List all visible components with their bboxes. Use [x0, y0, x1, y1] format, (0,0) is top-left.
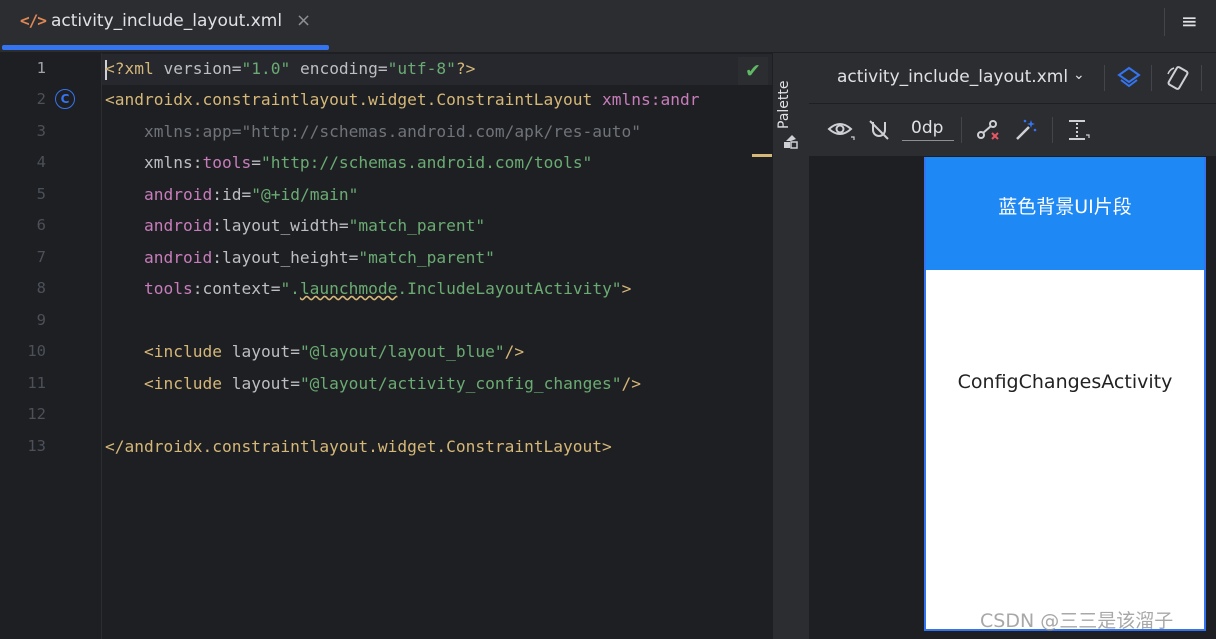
line-number: 11: [27, 374, 46, 392]
orientation-icon[interactable]: [1165, 65, 1191, 91]
line-number: 5: [36, 185, 46, 203]
divider: [1052, 117, 1053, 143]
line-number: 7: [36, 248, 46, 266]
code-line-2[interactable]: <androidx.constraintlayout.widget.Constr…: [105, 84, 770, 115]
layout-file-selector[interactable]: activity_include_layout.xml: [837, 67, 1068, 87]
code-editor[interactable]: 1 2 3 4 5 6 7 8 9 10 11 12 13 C <?xml ve…: [0, 53, 772, 639]
tab-title[interactable]: activity_include_layout.xml: [51, 11, 282, 31]
line-number: 6: [36, 216, 46, 234]
active-tab-indicator: [2, 45, 329, 50]
line-number: 1: [36, 59, 46, 77]
layout-preview[interactable]: 蓝色背景UI片段 ConfigChangesActivity: [924, 157, 1206, 631]
divider: [1104, 65, 1105, 91]
line-gutter: 1 2 3 4 5 6 7 8 9 10 11 12 13 C: [0, 53, 102, 639]
palette-icon[interactable]: [783, 133, 799, 149]
line-number: 10: [27, 342, 46, 360]
infer-constraints-icon[interactable]: [1014, 118, 1038, 142]
code-line-1[interactable]: <?xml version="1.0" encoding="utf-8"?>: [105, 53, 770, 84]
code-line-10[interactable]: <include layout="@layout/layout_blue"/>: [105, 336, 770, 367]
line-number: 8: [36, 279, 46, 297]
margin-underline: [902, 140, 954, 141]
palette-tab[interactable]: Palette: [776, 69, 806, 130]
default-margin-value[interactable]: 0dp: [911, 118, 943, 138]
warning-stripe[interactable]: [752, 154, 772, 157]
code-line-4[interactable]: xmlns:tools="http://schemas.android.com/…: [105, 147, 770, 178]
divider: [1201, 65, 1202, 91]
close-icon[interactable]: ×: [296, 10, 311, 31]
code-line-11[interactable]: <include layout="@layout/activity_config…: [105, 368, 770, 399]
editor-tab-bar: </> activity_include_layout.xml × ≡: [0, 0, 1216, 53]
code-line-8[interactable]: tools:context=".launchmode.IncludeLayout…: [105, 273, 770, 304]
line-number: 2: [36, 90, 46, 108]
code-line-6[interactable]: android:layout_width="match_parent": [105, 210, 770, 241]
line-number: 9: [36, 311, 46, 329]
check-icon[interactable]: ✔: [738, 57, 768, 85]
line-number: 3: [36, 122, 46, 140]
design-toolbar-top: activity_include_layout.xml ⌄: [809, 53, 1216, 104]
code-line-3[interactable]: xmlns:app="http://schemas.android.com/ap…: [105, 116, 770, 147]
watermark: CSDN @三三是该溜子: [980, 610, 1174, 632]
config-changes-label: ConfigChangesActivity: [957, 371, 1173, 393]
chevron-down-icon[interactable]: ⌄: [1073, 67, 1085, 83]
typo-warning: launchmode: [299, 279, 398, 298]
class-marker-icon[interactable]: C: [55, 89, 75, 109]
layers-icon[interactable]: [1116, 65, 1142, 91]
tab-activity-include-layout[interactable]: </> activity_include_layout.xml ×: [0, 0, 330, 52]
blue-fragment-label: 蓝色背景UI片段: [998, 196, 1132, 218]
code-line-13[interactable]: </androidx.constraintlayout.widget.Const…: [105, 431, 770, 462]
xml-file-icon: </>: [20, 11, 47, 30]
clear-constraints-icon[interactable]: [975, 118, 1001, 142]
divider: [1164, 8, 1165, 36]
line-number: 12: [27, 405, 46, 423]
guidelines-icon[interactable]: [1065, 117, 1091, 143]
line-number: 4: [36, 153, 46, 171]
magnet-off-icon[interactable]: [867, 118, 891, 142]
code-line-5[interactable]: android:id="@+id/main": [105, 179, 770, 210]
divider: [1151, 65, 1152, 91]
eye-icon[interactable]: [827, 119, 855, 141]
design-panel: activity_include_layout.xml ⌄ 0dp 蓝色背景UI…: [809, 53, 1216, 639]
divider: [961, 117, 962, 143]
menu-icon[interactable]: ≡: [1181, 9, 1198, 33]
line-number: 13: [27, 437, 46, 455]
blue-layout-fragment[interactable]: 蓝色背景UI片段: [926, 157, 1204, 270]
palette-tool-strip: Palette: [772, 53, 810, 639]
design-toolbar-constraints: 0dp: [809, 104, 1216, 157]
code-line-7[interactable]: android:layout_height="match_parent": [105, 242, 770, 273]
